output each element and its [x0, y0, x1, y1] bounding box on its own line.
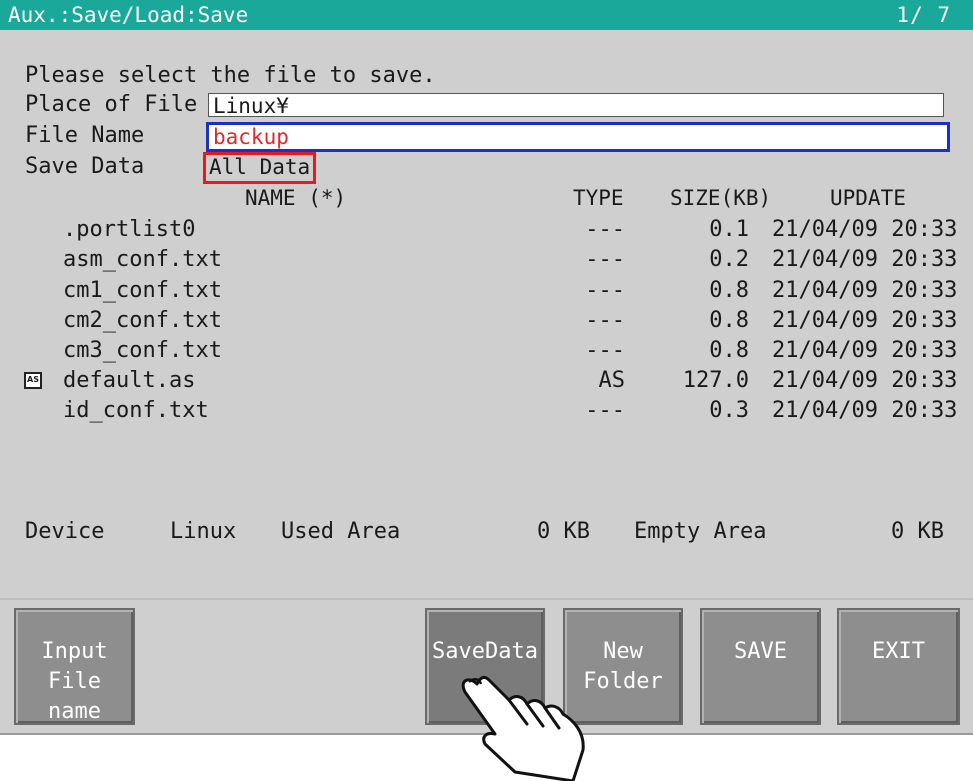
empty-area-value: 0 KB — [891, 519, 944, 544]
column-size: SIZE(KB) — [670, 186, 772, 210]
file-type: --- — [585, 338, 625, 363]
file-row[interactable]: .portlist0 --- 0.1 21/04/09 20:33 — [0, 215, 973, 245]
empty-area-label: Empty Area — [634, 519, 767, 544]
file-name: id_conf.txt — [63, 398, 209, 423]
file-row[interactable]: cm1_conf.txt --- 0.8 21/04/09 20:33 — [0, 276, 973, 306]
file-update: 21/04/09 20:33 — [772, 308, 958, 333]
column-update: UPDATE — [830, 186, 906, 210]
file-name: cm1_conf.txt — [63, 278, 222, 303]
pointing-hand-icon — [461, 675, 585, 781]
file-name: default.as — [63, 368, 196, 393]
file-update: 21/04/09 20:33 — [772, 398, 958, 423]
file-type: AS — [598, 368, 626, 393]
save-load-screen: Aux.:Save/Load:Save 1/ 7 Please select t… — [0, 0, 973, 733]
file-name: cm3_conf.txt — [63, 338, 222, 363]
save-data-label: Save Data — [25, 154, 145, 179]
place-of-file-field[interactable]: Linux¥ — [208, 93, 944, 118]
divider — [0, 598, 973, 600]
used-area-label: Used Area — [281, 519, 401, 544]
place-of-file-label: Place of File — [25, 92, 198, 117]
button-label: File name — [48, 669, 101, 724]
file-type: --- — [585, 217, 625, 242]
file-name: asm_conf.txt — [63, 247, 222, 272]
file-size: 0.8 — [709, 338, 749, 363]
as-file-icon: AS — [24, 372, 42, 389]
column-type: TYPE — [573, 186, 624, 210]
used-area-value: 0 KB — [537, 519, 590, 544]
file-name-label: File Name — [25, 123, 145, 148]
file-size: 0.1 — [709, 217, 749, 242]
file-name-field[interactable]: backup — [206, 122, 950, 152]
page-indicator: 1/ 7 — [896, 3, 951, 27]
file-size: 0.3 — [709, 398, 749, 423]
save-button[interactable]: SAVE — [700, 608, 821, 725]
window-title: Aux.:Save/Load:Save — [8, 3, 249, 27]
device-label: Device — [25, 519, 105, 544]
file-type: --- — [585, 308, 625, 333]
file-update: 21/04/09 20:33 — [772, 247, 958, 272]
file-size: 0.2 — [709, 247, 749, 272]
file-name: .portlist0 — [63, 217, 196, 242]
file-row[interactable]: id_conf.txt --- 0.3 21/04/09 20:33 — [0, 396, 973, 426]
button-label: SAVE — [734, 639, 787, 664]
button-label: Input — [41, 639, 108, 664]
file-row[interactable]: AS default.as AS 127.0 21/04/09 20:33 — [0, 366, 973, 396]
file-type: --- — [585, 278, 625, 303]
file-update: 21/04/09 20:33 — [772, 338, 958, 363]
file-type: --- — [585, 398, 625, 423]
column-name: NAME (*) — [245, 186, 347, 210]
device-value: Linux — [170, 519, 237, 544]
file-update: 21/04/09 20:33 — [772, 217, 958, 242]
file-size: 127.0 — [682, 368, 749, 393]
file-size: 0.8 — [709, 278, 749, 303]
file-type: --- — [585, 247, 625, 272]
save-data-value: All Data — [203, 152, 316, 184]
file-update: 21/04/09 20:33 — [772, 278, 958, 303]
file-row[interactable]: asm_conf.txt --- 0.2 21/04/09 20:33 — [0, 245, 973, 275]
file-row[interactable]: cm3_conf.txt --- 0.8 21/04/09 20:33 — [0, 336, 973, 366]
file-row[interactable]: cm2_conf.txt --- 0.8 21/04/09 20:33 — [0, 306, 973, 336]
input-file-name-button[interactable]: Input File name — [14, 608, 135, 725]
button-label: EXIT — [872, 639, 925, 664]
prompt-text: Please select the file to save. — [25, 63, 436, 88]
file-size: 0.8 — [709, 308, 749, 333]
file-name: cm2_conf.txt — [63, 308, 222, 333]
title-bar: Aux.:Save/Load:Save 1/ 7 — [0, 0, 973, 30]
file-update: 21/04/09 20:33 — [772, 368, 958, 393]
exit-button[interactable]: EXIT — [837, 608, 960, 725]
